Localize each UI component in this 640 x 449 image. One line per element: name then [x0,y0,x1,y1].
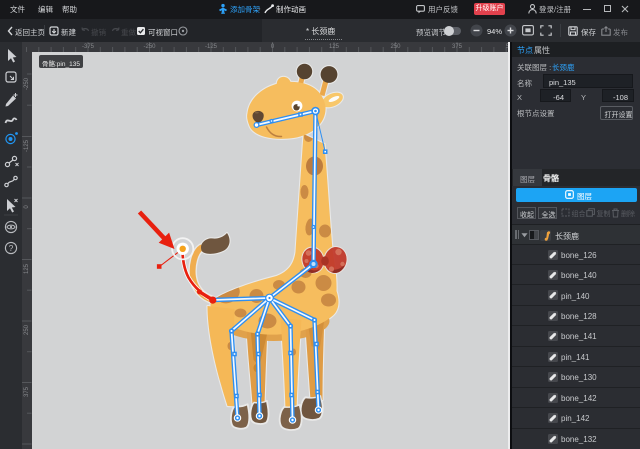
svg-text:-250: -250 [143,44,156,50]
svg-text:-375: -375 [82,44,95,50]
svg-text:250: 250 [24,324,30,335]
svg-text:-250: -250 [24,77,30,90]
svg-text:375: 375 [24,386,30,397]
svg-text:?: ? [9,243,14,253]
svg-text:125: 125 [24,263,30,274]
svg-text:-125: -125 [205,44,218,50]
svg-text:0: 0 [271,44,275,50]
svg-text:125: 125 [329,44,340,50]
svg-text:-125: -125 [24,139,30,152]
svg-text:0: 0 [24,205,30,209]
svg-text:250: 250 [390,44,401,50]
svg-text:375: 375 [452,44,463,50]
